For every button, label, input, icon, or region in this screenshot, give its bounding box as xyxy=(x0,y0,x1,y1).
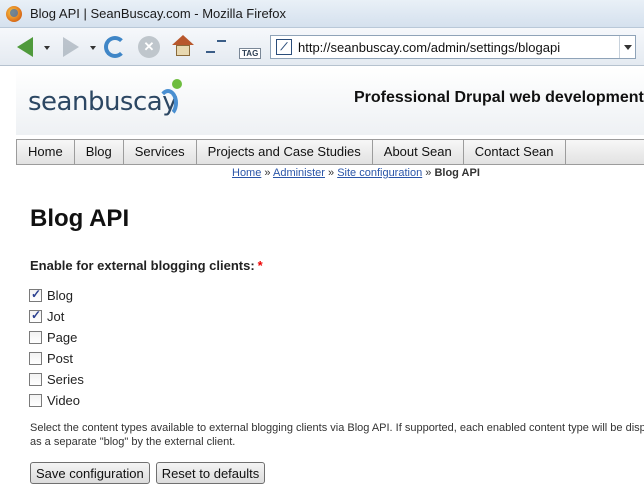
back-history-dropdown-icon[interactable] xyxy=(44,46,50,50)
checkbox-row-post[interactable]: Post xyxy=(29,348,84,369)
site-tagline: Professional Drupal web development xyxy=(354,89,644,106)
tag-button[interactable]: TAG xyxy=(238,34,264,60)
checkbox-blog[interactable] xyxy=(29,287,42,302)
site-logo[interactable]: seanbuscay xyxy=(28,87,178,117)
description-line: Select the content types available to ex… xyxy=(30,422,644,434)
breadcrumb-link-site-configuration[interactable]: Site configuration xyxy=(337,167,422,179)
required-marker: * xyxy=(257,258,263,273)
forward-button[interactable] xyxy=(56,34,86,60)
field-description: Select the content types available to ex… xyxy=(30,421,644,449)
window-title: Blog API | SeanBuscay.com - Mozilla Fire… xyxy=(30,6,287,21)
forward-history-dropdown-icon[interactable] xyxy=(90,46,96,50)
url-dropdown-icon[interactable] xyxy=(619,36,635,58)
save-configuration-button[interactable]: Save configuration xyxy=(30,462,150,484)
menu-item-about[interactable]: About Sean xyxy=(373,140,464,164)
checkbox-label[interactable]: Jot xyxy=(47,309,64,324)
window-titlebar: Blog API | SeanBuscay.com - Mozilla Fire… xyxy=(0,0,644,28)
navigation-toolbar: ✕ TAG ⟋ http://seanbuscay.com/admin/sett… xyxy=(0,28,644,66)
forward-arrow-icon xyxy=(63,37,79,57)
menu-item-blog[interactable]: Blog xyxy=(75,140,124,164)
checkbox-row-jot[interactable]: Jot xyxy=(29,306,84,327)
menu-item-services[interactable]: Services xyxy=(124,140,197,164)
checkbox-label[interactable]: Blog xyxy=(47,288,73,303)
checkbox-row-video[interactable]: Video xyxy=(29,390,84,411)
checkbox-video[interactable] xyxy=(29,394,42,407)
address-bar[interactable]: ⟋ http://seanbuscay.com/admin/settings/b… xyxy=(270,35,636,59)
breadcrumb-link-home[interactable]: Home xyxy=(232,167,261,179)
breadcrumb-separator: » xyxy=(328,167,335,179)
url-text[interactable]: http://seanbuscay.com/admin/settings/blo… xyxy=(298,40,619,55)
checkbox-label[interactable]: Page xyxy=(47,330,77,345)
menu-item-projects[interactable]: Projects and Case Studies xyxy=(197,140,373,164)
checkbox-label[interactable]: Video xyxy=(47,393,80,408)
content-types-label: Enable for external blogging clients: * xyxy=(30,258,263,273)
reset-to-defaults-button[interactable]: Reset to defaults xyxy=(155,462,266,484)
menu-item-home[interactable]: Home xyxy=(17,140,75,164)
breadcrumb-link-administer[interactable]: Administer xyxy=(273,167,325,179)
primary-menu: Home Blog Services Projects and Case Stu… xyxy=(16,139,644,165)
logo-swoosh-icon xyxy=(156,79,184,119)
checkbox-label[interactable]: Series xyxy=(47,372,84,387)
description-line: as a separate "blog" by the external cli… xyxy=(30,436,236,448)
site-header: seanbuscay Professional Drupal web devel… xyxy=(16,67,644,135)
tag-icon: TAG xyxy=(239,48,262,59)
checkbox-series[interactable] xyxy=(29,373,42,386)
checkbox-row-blog[interactable]: Blog xyxy=(29,285,84,306)
breadcrumb: Home » Administer » Site configuration »… xyxy=(232,167,480,179)
back-button[interactable] xyxy=(10,34,40,60)
back-arrow-icon xyxy=(17,37,33,57)
stop-icon: ✕ xyxy=(143,39,155,54)
checkbox-post[interactable] xyxy=(29,352,42,365)
form-actions: Save configuration Reset to defaults xyxy=(30,462,266,484)
breadcrumb-current: Blog API xyxy=(434,167,480,179)
field-label-text: Enable for external blogging clients: xyxy=(30,258,255,273)
home-roof-icon xyxy=(172,35,194,45)
content-type-checkboxes: Blog Jot Page Post Series Video xyxy=(29,285,84,411)
stop-button[interactable]: ✕ xyxy=(138,36,160,58)
checkbox-row-page[interactable]: Page xyxy=(29,327,84,348)
menu-item-contact[interactable]: Contact Sean xyxy=(464,140,566,164)
site-favicon-icon: ⟋ xyxy=(276,39,292,55)
breadcrumb-separator: » xyxy=(264,167,271,179)
firefox-icon xyxy=(6,6,22,22)
checkbox-page[interactable] xyxy=(29,331,42,344)
bookmarks-grid-button[interactable] xyxy=(206,36,226,56)
home-house-icon xyxy=(176,45,190,56)
home-button[interactable] xyxy=(172,35,194,57)
checkbox-jot[interactable] xyxy=(29,308,42,323)
page-title: Blog API xyxy=(30,205,130,232)
breadcrumb-separator: » xyxy=(425,167,432,179)
reload-button[interactable] xyxy=(104,36,126,58)
checkbox-row-series[interactable]: Series xyxy=(29,369,84,390)
checkbox-label[interactable]: Post xyxy=(47,351,73,366)
